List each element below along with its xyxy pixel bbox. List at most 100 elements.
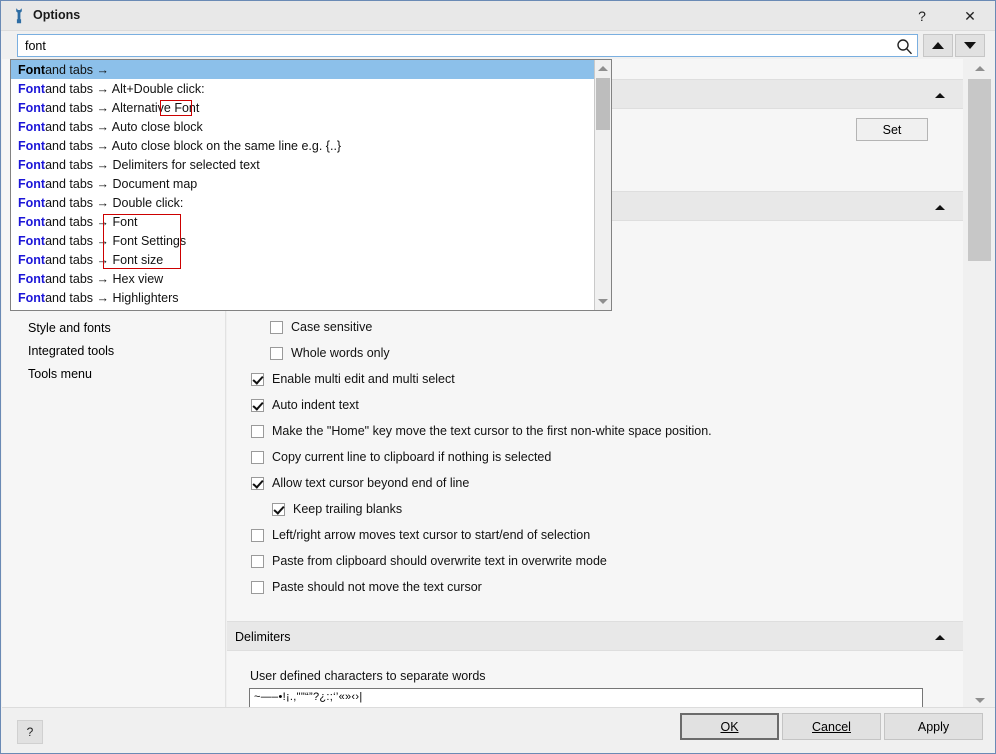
suggestion-rest: and tabs → Hex view	[45, 271, 164, 286]
suggestion-key: Font	[18, 119, 46, 134]
suggestion-rest: and tabs → Double click:	[45, 195, 184, 210]
checkbox-row-paste-no-move-cursor[interactable]: Paste should not move the text cursor	[251, 577, 482, 597]
suggestion-rest: and tabs → Document map	[45, 176, 198, 191]
list-item[interactable]: Font and tabs → Document map	[11, 174, 594, 193]
page-title: Options	[33, 8, 81, 22]
checkbox-auto-indent-text[interactable]	[251, 398, 264, 412]
checkbox-row-allow-cursor-beyond-eol[interactable]: Allow text cursor beyond end of line	[251, 473, 469, 493]
list-item[interactable]: Font and tabs → Alt+Double click:	[11, 79, 594, 98]
list-item[interactable]: Font and tabs → Delimiters for selected …	[11, 155, 594, 174]
list-item[interactable]: Font and tabs → Highlighters	[11, 288, 594, 307]
collapse-up-icon	[935, 635, 945, 640]
delimiters-input[interactable]: ~—–•!¡.,""“”?¿:;‘’«»‹›|	[249, 688, 923, 709]
list-item[interactable]: Font and tabs → Hex view	[11, 269, 594, 288]
apply-button[interactable]: Apply	[884, 713, 983, 740]
checkbox-row-enable-multi-edit[interactable]: Enable multi edit and multi select	[251, 369, 455, 389]
checkbox-whole-words-only[interactable]	[270, 346, 283, 360]
list-item[interactable]: Font and tabs → Alternative Font	[11, 98, 594, 117]
set-button[interactable]: Set	[856, 118, 928, 141]
checkbox-copy-current-line[interactable]	[251, 450, 264, 464]
options-dialog: Options ? ✕ font Style and fonts Integra…	[0, 0, 996, 754]
checkbox-label: Make the "Home" key move the text cursor…	[272, 424, 712, 438]
checkbox-row-whole-words-only[interactable]: Whole words only	[270, 343, 390, 363]
suggestion-key: Font	[18, 176, 46, 191]
collapse-up-icon	[935, 93, 945, 98]
checkbox-label: Copy current line to clipboard if nothin…	[272, 450, 552, 464]
checkbox-paste-no-move-cursor[interactable]	[251, 580, 264, 594]
help-icon[interactable]: ?	[899, 1, 945, 31]
search-next-button[interactable]	[955, 34, 985, 57]
search-row: font	[1, 32, 995, 59]
suggestion-rest: and tabs → Delimiters for selected text	[45, 157, 260, 172]
suggestion-rest: and tabs → Font Settings	[45, 233, 187, 248]
checkbox-case-sensitive[interactable]	[270, 320, 283, 334]
sidebar-item-tools-menu[interactable]: Tools menu	[28, 367, 92, 381]
list-item[interactable]: Font and tabs → Auto close block	[11, 117, 594, 136]
checkbox-row-auto-indent-text[interactable]: Auto indent text	[251, 395, 359, 415]
search-suggestions-dropdown[interactable]: Font and tabs → Font and tabs → Alt+Doub…	[10, 59, 612, 311]
checkbox-label: Auto indent text	[272, 398, 359, 412]
main-scrollbar[interactable]	[964, 59, 995, 709]
checkbox-home-key-move[interactable]	[251, 424, 264, 438]
checkbox-label: Enable multi edit and multi select	[272, 372, 455, 386]
sidebar-item-integrated-tools[interactable]: Integrated tools	[28, 344, 114, 358]
checkbox-row-paste-overwrite[interactable]: Paste from clipboard should overwrite te…	[251, 551, 607, 571]
list-item[interactable]: Font and tabs →	[11, 60, 594, 79]
suggestion-key: Font	[18, 290, 46, 305]
list-item[interactable]: Font and tabs → Font Settings	[11, 231, 594, 250]
collapse-up-icon	[935, 205, 945, 210]
suggestion-rest: and tabs →	[45, 62, 110, 77]
suggestion-rest: and tabs → Alt+Double click:	[45, 81, 205, 96]
chevron-up-icon	[598, 66, 608, 71]
checkbox-label: Keep trailing blanks	[293, 502, 403, 516]
sidebar-item-style-and-fonts[interactable]: Style and fonts	[28, 321, 111, 335]
checkbox-row-case-sensitive[interactable]: Case sensitive	[270, 317, 372, 337]
section-header-delimiters-label: Delimiters	[235, 630, 291, 644]
search-input-value: font	[25, 39, 46, 53]
dropdown-scrollbar-thumb[interactable]	[596, 78, 610, 130]
suggestion-rest: and tabs → Highlighters	[45, 290, 179, 305]
checkbox-row-home-key-move[interactable]: Make the "Home" key move the text cursor…	[251, 421, 712, 441]
list-item[interactable]: Font and tabs → Font	[11, 212, 594, 231]
checkbox-label: Whole words only	[291, 346, 390, 360]
delimiters-field-label: User defined characters to separate word…	[250, 669, 486, 683]
list-item[interactable]: Font and tabs → Font size	[11, 250, 594, 269]
suggestion-key: Font	[18, 271, 46, 286]
ok-button-label: OK	[720, 719, 739, 734]
list-item[interactable]: Font and tabs → Auto close block on the …	[11, 136, 594, 155]
triangle-up-icon	[932, 42, 944, 49]
chevron-down-icon	[974, 697, 985, 703]
checkbox-row-left-right-arrow[interactable]: Left/right arrow moves text cursor to st…	[251, 525, 590, 545]
search-prev-button[interactable]	[923, 34, 953, 57]
checkbox-keep-trailing-blanks[interactable]	[272, 502, 285, 516]
scroll-up-button[interactable]	[964, 59, 995, 77]
chevron-down-icon	[598, 299, 608, 304]
suggestion-rest: and tabs → Auto close block on the same …	[45, 138, 342, 153]
help-button[interactable]: ?	[17, 720, 43, 744]
dropdown-scroll-down-button[interactable]	[595, 293, 611, 310]
suggestion-key: Font	[18, 100, 46, 115]
scrollbar-thumb[interactable]	[968, 79, 991, 261]
dropdown-scrollbar[interactable]	[594, 60, 611, 310]
checkbox-paste-overwrite[interactable]	[251, 554, 264, 568]
ok-button[interactable]: OK	[680, 713, 779, 740]
section-header-delimiters[interactable]: Delimiters	[227, 621, 963, 651]
list-item[interactable]: Font and tabs → Double click:	[11, 193, 594, 212]
checkbox-left-right-arrow[interactable]	[251, 528, 264, 542]
suggestion-key: Font	[18, 252, 46, 267]
search-input[interactable]: font	[17, 34, 918, 57]
checkbox-label: Paste from clipboard should overwrite te…	[272, 554, 607, 568]
checkbox-row-keep-trailing-blanks[interactable]: Keep trailing blanks	[272, 499, 402, 519]
checkbox-row-copy-current-line[interactable]: Copy current line to clipboard if nothin…	[251, 447, 551, 467]
suggestion-key: Font	[18, 195, 46, 210]
checkbox-enable-multi-edit[interactable]	[251, 372, 264, 386]
suggestion-key: Font	[18, 62, 46, 77]
suggestion-key: Font	[18, 157, 46, 172]
suggestion-rest: and tabs → Font size	[45, 252, 164, 267]
checkbox-allow-cursor-beyond-eol[interactable]	[251, 476, 264, 490]
chevron-up-icon	[974, 65, 985, 71]
cancel-button[interactable]: Cancel	[782, 713, 881, 740]
close-icon[interactable]: ✕	[947, 1, 993, 31]
search-icon[interactable]	[896, 38, 913, 55]
dropdown-scroll-up-button[interactable]	[595, 60, 611, 77]
